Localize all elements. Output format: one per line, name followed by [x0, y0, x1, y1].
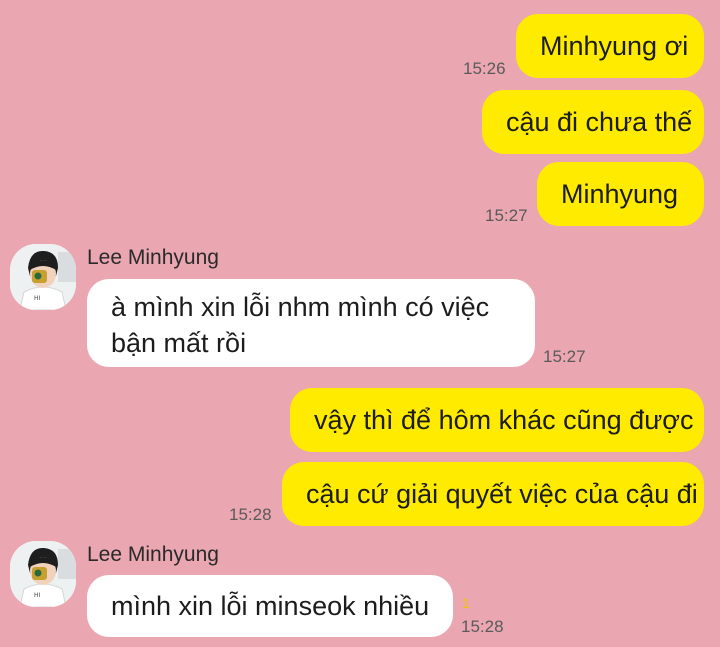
message-time: 15:28	[461, 617, 504, 636]
message-time: 15:27	[543, 347, 586, 366]
my-message-bubble[interactable]: cậu cứ giải quyết việc của cậu đi	[282, 462, 704, 526]
avatar-image: HI	[10, 244, 76, 310]
message-text: Minhyung	[561, 179, 679, 209]
message-time: 15:26	[463, 59, 506, 78]
their-message-bubble[interactable]: mình xin lỗi minseok nhiều	[87, 575, 453, 637]
avatar-image: HI	[10, 541, 76, 607]
unread-count: 1	[462, 595, 470, 611]
their-message-bubble[interactable]: à mình xin lỗi nhm mình có việc bận mất …	[87, 279, 535, 367]
message-text-line: bận mất rồi	[111, 328, 247, 358]
message-text: cậu cứ giải quyết việc của cậu đi	[306, 479, 698, 509]
message-time: 15:28	[229, 505, 272, 524]
my-message-bubble[interactable]: Minhyung ơi	[516, 14, 704, 78]
avatar-icon[interactable]: HI	[10, 244, 76, 310]
message-text-line: à mình xin lỗi nhm mình có việc	[111, 292, 490, 322]
svg-text:HI: HI	[34, 295, 41, 302]
my-message-bubble[interactable]: cậu đi chưa thế	[482, 90, 704, 154]
my-message-bubble[interactable]: Minhyung	[537, 162, 704, 226]
sender-name: Lee Minhyung	[87, 246, 219, 269]
message-time: 15:27	[485, 206, 528, 225]
my-message-bubble[interactable]: vậy thì để hôm khác cũng được	[290, 388, 704, 452]
avatar-icon[interactable]: HI	[10, 541, 76, 607]
message-text: vậy thì để hôm khác cũng được	[314, 405, 694, 435]
message-text: mình xin lỗi minseok nhiều	[111, 591, 430, 621]
svg-text:HI: HI	[34, 592, 41, 599]
message-text: Minhyung ơi	[540, 31, 689, 61]
message-text: cậu đi chưa thế	[506, 107, 693, 137]
sender-name: Lee Minhyung	[87, 543, 219, 566]
